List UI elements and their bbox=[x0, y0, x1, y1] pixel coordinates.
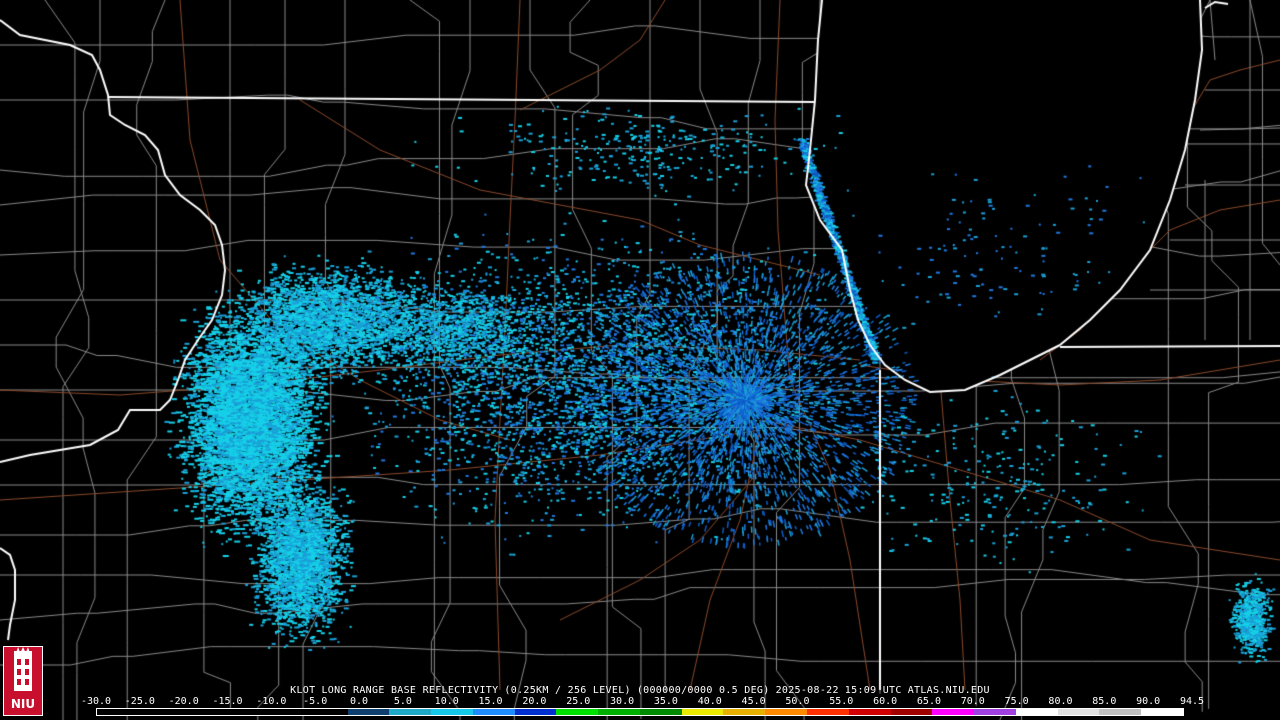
scale-label: 85.0 bbox=[1092, 696, 1117, 707]
scale-label: -10.0 bbox=[256, 696, 287, 707]
scale-label: 75.0 bbox=[1004, 696, 1029, 707]
colorbar-segment bbox=[1015, 709, 1058, 715]
colorbar-segment bbox=[1099, 709, 1142, 715]
colorbar-segment bbox=[639, 709, 682, 715]
scale-label: 55.0 bbox=[829, 696, 854, 707]
colorbar-segment bbox=[932, 709, 975, 715]
scale-label: 20.0 bbox=[522, 696, 547, 707]
colorbar-segment bbox=[556, 709, 599, 715]
scale-label: -20.0 bbox=[168, 696, 199, 707]
colorbar-segment bbox=[347, 709, 390, 715]
scale-label: 10.0 bbox=[434, 696, 459, 707]
colorbar-segment bbox=[1057, 709, 1100, 715]
colorbar-segment bbox=[264, 709, 306, 715]
scale-label: 40.0 bbox=[697, 696, 722, 707]
colorbar-segment bbox=[974, 709, 1016, 715]
scale-label: -30.0 bbox=[80, 696, 112, 707]
colorbar-segment bbox=[222, 709, 265, 715]
scale-label: 60.0 bbox=[873, 696, 898, 707]
scale-label: 65.0 bbox=[916, 696, 941, 707]
source-url: ATLAS.NIU.EDU bbox=[907, 685, 990, 696]
colorbar-segment bbox=[681, 709, 724, 715]
product-time: 15:09 UTC bbox=[844, 685, 902, 696]
colorbar-segment bbox=[514, 709, 557, 715]
scale-label: 30.0 bbox=[610, 696, 635, 707]
colorbar-segment bbox=[389, 709, 432, 715]
scale-label: 45.0 bbox=[741, 696, 766, 707]
reflectivity-colorbar bbox=[96, 708, 1184, 716]
scale-label: -25.0 bbox=[124, 696, 155, 707]
scale-label: 5.0 bbox=[393, 696, 412, 707]
niu-logo: NIU bbox=[3, 646, 43, 716]
colorbar-segment bbox=[598, 709, 640, 715]
colorbar-segment bbox=[472, 709, 515, 715]
product-caption: KLOT LONG RANGE BASE REFLECTIVITY (0.25KM … bbox=[0, 685, 1280, 696]
scale-label: 25.0 bbox=[566, 696, 591, 707]
scale-label: 35.0 bbox=[653, 696, 678, 707]
product-date: 2025-08-22 bbox=[775, 685, 839, 696]
colorbar-segment bbox=[723, 709, 766, 715]
reflectivity-scale-labels: -30.0 -25.0 -20.0 -15.0 -10.0 -5.0 0.0 5.0 10.0 1… bbox=[81, 696, 1204, 707]
colorbar-segment bbox=[807, 709, 849, 715]
colorbar-segment bbox=[138, 709, 181, 715]
logo-text: NIU bbox=[10, 697, 36, 711]
radar-map bbox=[0, 0, 1280, 720]
colorbar-segment bbox=[305, 709, 348, 715]
colorbar-segment bbox=[97, 709, 139, 715]
volume-info: (000000/0000 0.5 DEG) bbox=[636, 685, 770, 696]
scale-label: -5.0 bbox=[303, 696, 328, 707]
colorbar-segment bbox=[765, 709, 808, 715]
scale-label: 15.0 bbox=[478, 696, 503, 707]
station-id: KLOT bbox=[290, 685, 316, 696]
tower-icon bbox=[14, 651, 32, 691]
scale-label: 94.5 bbox=[1179, 696, 1205, 707]
scale-label: 0.0 bbox=[350, 696, 369, 707]
scale-label: 70.0 bbox=[960, 696, 985, 707]
colorbar-segment bbox=[431, 709, 473, 715]
scale-label: 50.0 bbox=[785, 696, 810, 707]
colorbar-segment bbox=[180, 709, 223, 715]
scale-label: -15.0 bbox=[212, 696, 243, 707]
scale-label: 90.0 bbox=[1136, 696, 1161, 707]
colorbar-segment bbox=[1141, 709, 1183, 715]
scale-label: 80.0 bbox=[1048, 696, 1073, 707]
product-resolution: (0.25KM / 256 LEVEL) bbox=[504, 685, 631, 696]
colorbar-segment bbox=[848, 709, 891, 715]
product-name: LONG RANGE BASE REFLECTIVITY bbox=[321, 685, 499, 696]
colorbar-segment bbox=[890, 709, 933, 715]
